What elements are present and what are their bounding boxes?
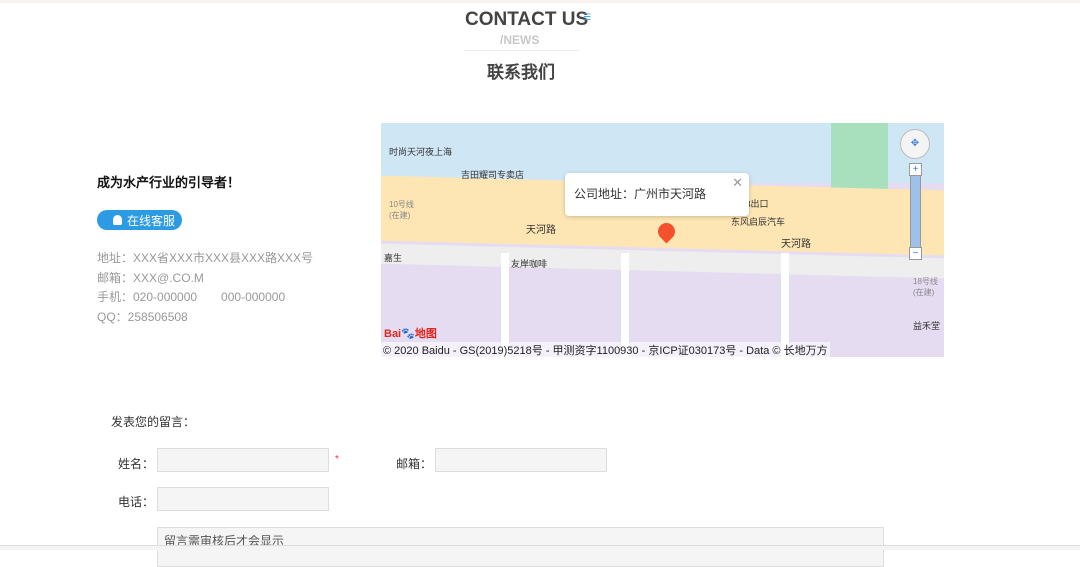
map-copyright: © 2020 Baidu - GS(2019)5218号 - 甲测资字11009…: [381, 342, 830, 357]
list-icon: ☰: [583, 12, 592, 22]
qq: QQ：258506508: [97, 309, 188, 324]
zoom-slider[interactable]: [910, 163, 921, 258]
contact-info: 地址：XXX省XXX市XXX县XXX路XXX号 邮箱：XXX@.CO.M 手机：…: [97, 249, 313, 327]
poi-label: 18号线(在建): [913, 277, 938, 297]
baidu-map[interactable]: 时尚天河夜上海 吉田耀司专卖店 D3出口 东风启辰汽车 友岸咖啡 嘉生 益禾堂 …: [381, 123, 944, 357]
road-label: 天河路: [526, 225, 556, 236]
map-zoom-control: ✥ + −: [900, 129, 930, 264]
close-icon[interactable]: ✕: [732, 175, 743, 191]
qq-icon: [113, 215, 122, 225]
title-divider: [464, 50, 579, 51]
company-slogan: 成为水产行业的引导者！: [97, 175, 241, 190]
email: 邮箱：XXX@.CO.M: [97, 270, 204, 285]
poi-label: 嘉生: [384, 253, 403, 263]
name-label: 姓名：: [118, 457, 155, 471]
online-service-button[interactable]: 在线客服: [97, 210, 182, 230]
popup-text: 公司地址：广州市天河路: [574, 187, 707, 201]
poi-label: 时尚天河夜上海: [389, 147, 453, 157]
phone-input[interactable]: [157, 487, 329, 511]
form-title: 发表您的留言：: [111, 415, 196, 429]
email-label: 邮箱：: [396, 457, 433, 471]
pan-control-icon[interactable]: ✥: [900, 129, 930, 159]
poi-label: 友岸咖啡: [511, 259, 548, 269]
map-info-window: 公司地址：广州市天河路 ✕: [565, 173, 749, 216]
baidu-map-logo: Bai🐾地图: [384, 328, 437, 340]
page-title-en: CONTACT US: [465, 9, 589, 30]
page-subtitle: /NEWS: [500, 33, 540, 47]
phone: 手机：020-000000 000-000000: [97, 290, 286, 304]
bottom-toolbar: [0, 545, 1080, 550]
phone-label: 电话：: [118, 495, 155, 509]
page-title: 联系我们: [487, 63, 555, 82]
zoom-out-button[interactable]: −: [909, 247, 922, 260]
online-service-label: 在线客服: [127, 213, 176, 228]
required-mark: *: [335, 454, 339, 465]
address: 地址：XXX省XXX市XXX县XXX路XXX号: [97, 251, 314, 265]
poi-label: 东风启辰汽车: [731, 217, 786, 227]
poi-label: 吉田耀司专卖店: [461, 170, 525, 180]
poi-label: 益禾堂: [913, 321, 941, 331]
top-divider: [0, 0, 1080, 3]
road-label: 天河路: [781, 239, 811, 250]
email-input[interactable]: [435, 448, 607, 472]
zoom-in-button[interactable]: +: [909, 163, 922, 176]
poi-label: 10号线(在建): [389, 200, 414, 220]
name-input[interactable]: [157, 448, 329, 472]
